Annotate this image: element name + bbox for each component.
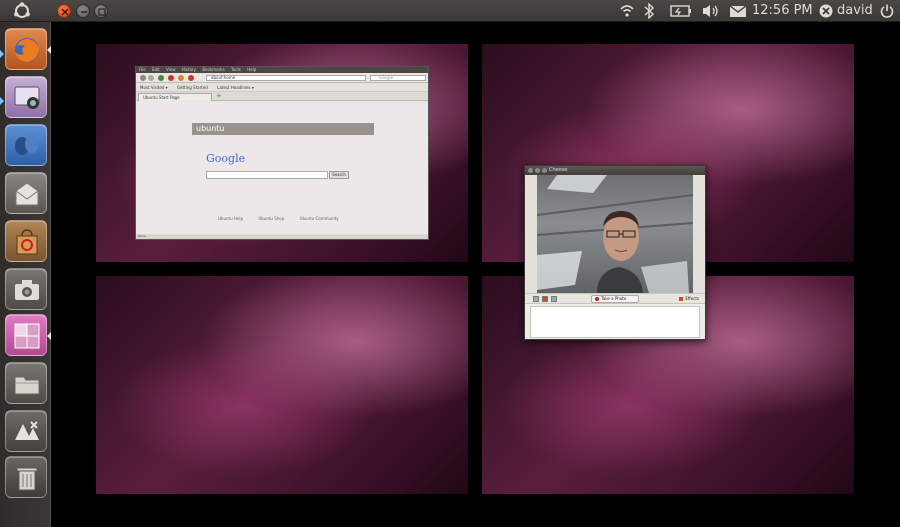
status-bar: Done	[136, 234, 428, 239]
url-input[interactable]: about:home	[206, 75, 366, 81]
close-icon[interactable]	[528, 168, 533, 173]
photo-mode-icon[interactable]	[533, 296, 539, 302]
launcher-trash[interactable]	[5, 456, 47, 498]
workspaces-icon	[14, 323, 40, 349]
wifi-icon[interactable]	[619, 3, 635, 19]
link-ubuntu-community[interactable]: Ubuntu Community	[300, 216, 339, 221]
window-close-button[interactable]	[57, 4, 71, 18]
camera-icon	[15, 280, 39, 300]
firefox-navbar: about:home Google	[136, 73, 428, 83]
cheese-title: Cheese	[549, 167, 568, 173]
launcher-shotwell[interactable]	[5, 268, 47, 310]
menu-bookmarks[interactable]: Bookmarks	[202, 67, 224, 72]
battery-icon[interactable]	[670, 3, 692, 19]
webcam-frame	[537, 175, 693, 293]
launcher-software-center[interactable]	[5, 220, 47, 262]
new-tab-icon[interactable]: +	[216, 92, 222, 100]
bluetooth-icon[interactable]	[643, 2, 655, 20]
firefox-icon	[15, 38, 39, 62]
video-mode-icon[interactable]	[542, 296, 548, 302]
window-minimize-button[interactable]	[76, 4, 90, 18]
ubuntu-links: Ubuntu Help Ubuntu Shop Ubuntu Community	[218, 216, 353, 221]
ubuntu-logo-icon[interactable]	[12, 1, 32, 21]
tab-ubuntu-start[interactable]: Ubuntu Start Page	[138, 93, 212, 101]
cheese-right-panel	[693, 175, 705, 293]
launcher	[0, 22, 51, 527]
mail-icon	[15, 182, 39, 206]
google-logo: Google	[206, 152, 246, 165]
search-input[interactable]: Google	[370, 75, 426, 81]
firefox-content: ubuntu Google Search Ubuntu Help Ubuntu …	[136, 102, 428, 234]
cheese-titlebar[interactable]: Cheese	[525, 166, 705, 175]
cheese-window[interactable]: Cheese Take a Photo Effects	[524, 165, 706, 340]
menu-history[interactable]: History	[182, 67, 196, 72]
clock[interactable]: 12:56 PM	[752, 3, 813, 18]
menu-edit[interactable]: Edit	[152, 67, 160, 72]
google-search-input[interactable]	[206, 171, 328, 179]
launcher-empathy[interactable]	[5, 124, 47, 166]
running-indicator	[0, 50, 4, 58]
active-indicator	[47, 46, 51, 54]
menu-help[interactable]: Help	[247, 67, 256, 72]
menu-file[interactable]: File	[139, 67, 146, 72]
cheese-toolbar: Take a Photo Effects	[525, 293, 705, 304]
running-indicator	[0, 97, 4, 105]
bookmarks-toolbar: Most Visited ▾ Getting Started Latest He…	[136, 83, 428, 92]
ubuntu-banner: ubuntu	[192, 123, 374, 135]
trash-icon	[16, 467, 38, 491]
apps-icon	[15, 421, 39, 440]
burst-mode-icon[interactable]	[551, 296, 557, 302]
volume-icon[interactable]	[702, 3, 720, 19]
cheese-left-panel	[525, 175, 537, 293]
shopping-bag-icon	[16, 229, 38, 255]
workspace-3[interactable]	[96, 276, 468, 494]
bookmark-item[interactable]: Most Visited ▾	[140, 85, 168, 90]
link-ubuntu-shop[interactable]: Ubuntu Shop	[258, 216, 284, 221]
chat-icon	[15, 135, 39, 155]
webcam-icon	[14, 86, 40, 109]
minimize-icon[interactable]	[535, 168, 540, 173]
link-ubuntu-help[interactable]: Ubuntu Help	[218, 216, 243, 221]
take-photo-button[interactable]: Take a Photo	[591, 295, 639, 303]
launcher-workspace-switcher[interactable]	[5, 314, 47, 356]
window-maximize-button[interactable]	[94, 4, 108, 18]
power-icon[interactable]	[879, 3, 895, 19]
mail-icon[interactable]	[729, 3, 747, 19]
firefox-window-thumbnail[interactable]: File Edit View History Bookmarks Tools H…	[135, 66, 429, 240]
nav-buttons-icon[interactable]	[138, 73, 206, 83]
user-name[interactable]: david	[837, 3, 873, 18]
photo-gallery[interactable]	[530, 306, 700, 338]
launcher-mail[interactable]	[5, 172, 47, 214]
tab-strip: Ubuntu Start Page +	[136, 92, 428, 101]
launcher-applications[interactable]	[5, 410, 47, 452]
menu-view[interactable]: View	[166, 67, 176, 72]
google-search-button[interactable]: Search	[329, 171, 349, 179]
bookmark-item[interactable]: Latest Headlines ▾	[217, 85, 254, 90]
user-status-icon[interactable]	[818, 3, 834, 19]
launcher-files[interactable]	[5, 362, 47, 404]
effects-button[interactable]: Effects	[679, 295, 699, 303]
menu-tools[interactable]: Tools	[231, 67, 241, 72]
launcher-firefox[interactable]	[5, 28, 47, 70]
active-indicator	[47, 332, 51, 340]
webcam-preview	[537, 175, 693, 293]
top-panel: 12:56 PM david	[0, 0, 900, 22]
bookmark-item[interactable]: Getting Started	[177, 85, 208, 90]
launcher-cheese[interactable]	[5, 76, 47, 118]
folder-icon	[14, 376, 40, 395]
maximize-icon[interactable]	[542, 168, 547, 173]
